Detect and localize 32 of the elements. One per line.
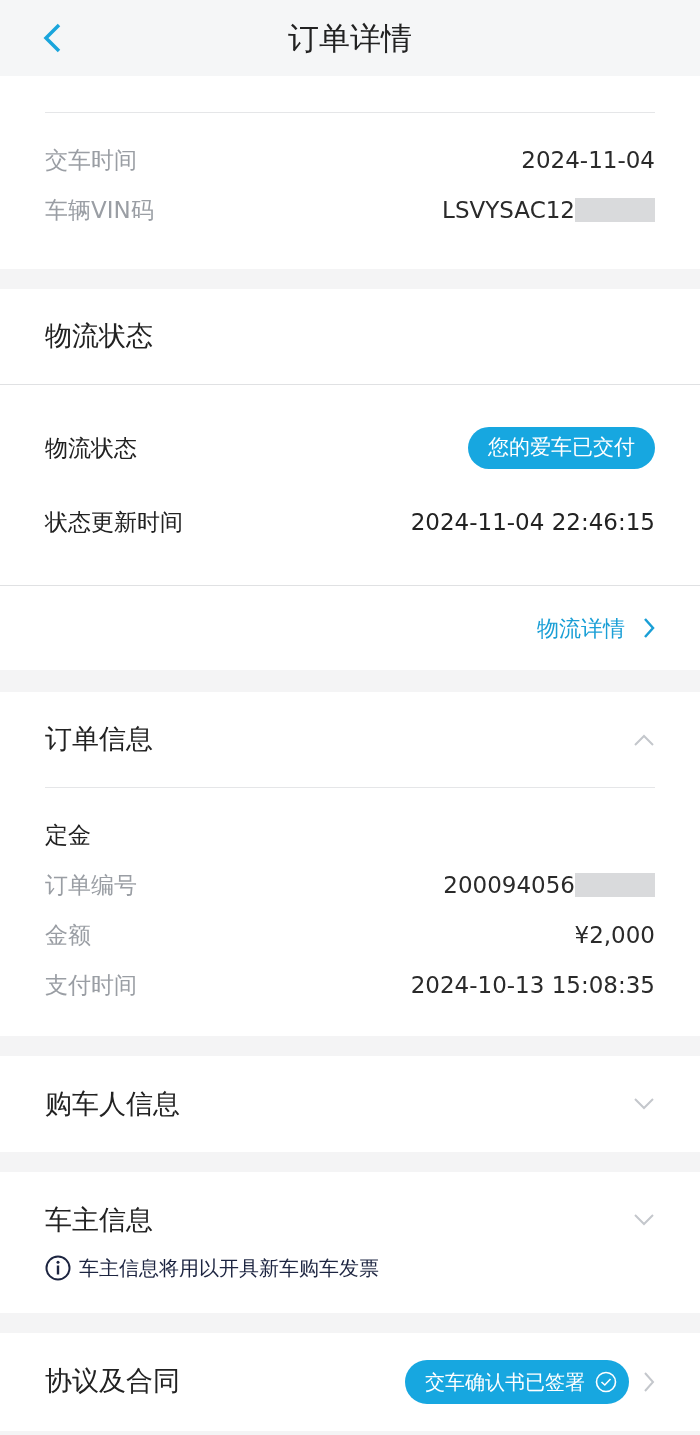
section-title: 订单信息: [45, 722, 153, 757]
subsection-title: 定金: [45, 820, 91, 850]
info-note: 车主信息将用以开具新车购车发票: [79, 1254, 379, 1282]
section-title: 车主信息: [45, 1203, 153, 1237]
field-value: 2024-11-04: [521, 145, 655, 175]
section-title: 购车人信息: [45, 1086, 180, 1121]
section-title: 物流状态: [45, 319, 153, 354]
check-circle-icon: [595, 1370, 617, 1393]
field-value: 2024-10-13 15:08:35: [410, 970, 655, 1000]
status-badge: 您的爱车已交付: [468, 427, 655, 469]
field-label: 物流状态: [45, 433, 137, 463]
chevron-down-icon[interactable]: [633, 1097, 655, 1111]
chevron-up-icon[interactable]: [633, 732, 655, 747]
back-icon[interactable]: [42, 22, 62, 54]
chevron-right-icon[interactable]: [643, 617, 655, 639]
field-value: 200094056: [443, 870, 575, 900]
field-value: ¥2,000: [574, 920, 655, 950]
field-label: 订单编号: [45, 870, 137, 900]
signed-badge[interactable]: 交车确认书已签署: [405, 1359, 629, 1404]
field-label: 支付时间: [45, 970, 137, 1000]
info-icon: [45, 1254, 71, 1281]
field-value: 2024-11-04 22:46:15: [410, 507, 655, 537]
chevron-down-icon[interactable]: [633, 1213, 655, 1228]
field-label: 金额: [45, 920, 91, 950]
field-label: 状态更新时间: [45, 507, 183, 537]
field-label: 交车时间: [45, 145, 137, 175]
page-title: 订单详情: [288, 18, 412, 58]
chevron-right-icon[interactable]: [643, 1370, 655, 1393]
field-value: LSVYSAC12: [442, 195, 575, 225]
section-title: 协议及合同: [45, 1364, 180, 1399]
field-label: 车辆VIN码: [45, 195, 154, 225]
logistics-details-link[interactable]: 物流详情: [537, 611, 625, 645]
